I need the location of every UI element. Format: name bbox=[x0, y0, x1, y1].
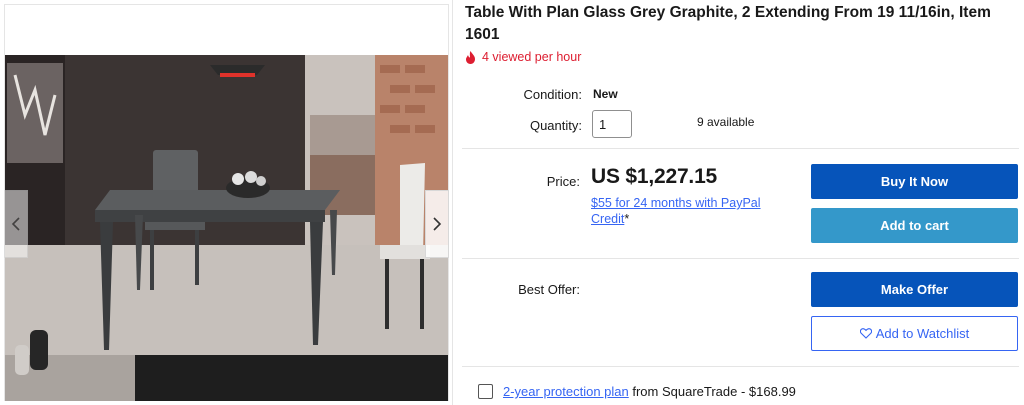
protection-plan-row: 2-year protection plan from SquareTrade … bbox=[478, 384, 796, 399]
main-product-image[interactable] bbox=[4, 4, 449, 401]
protection-plan-price: from SquareTrade - $168.99 bbox=[628, 384, 796, 399]
divider bbox=[462, 366, 1019, 367]
protection-plan-checkbox[interactable] bbox=[478, 384, 493, 399]
quantity-available: 9 available bbox=[697, 115, 755, 129]
paypal-credit-link[interactable]: $55 for 24 months with PayPal Credit bbox=[591, 196, 761, 226]
credit-asterisk: * bbox=[624, 212, 630, 226]
listing-title: Table With Plan Glass Grey Graphite, 2 E… bbox=[465, 4, 991, 43]
viewed-per-hour: 4 viewed per hour bbox=[465, 50, 581, 64]
viewed-text: 4 viewed per hour bbox=[482, 50, 582, 64]
add-to-cart-button[interactable]: Add to cart bbox=[811, 208, 1018, 243]
condition-value: New bbox=[593, 87, 618, 101]
quantity-label: Quantity: bbox=[529, 118, 582, 133]
flame-icon bbox=[466, 50, 475, 64]
divider bbox=[462, 148, 1019, 149]
protection-plan-text: 2-year protection plan from SquareTrade … bbox=[503, 384, 796, 399]
image-gallery bbox=[0, 0, 453, 405]
divider bbox=[462, 258, 1019, 259]
watchlist-label: Add to Watchlist bbox=[875, 326, 970, 341]
chevron-right-icon bbox=[433, 217, 442, 231]
quantity-input[interactable] bbox=[592, 110, 632, 138]
next-image-button[interactable] bbox=[425, 190, 449, 258]
price-value: US $1,227.15 bbox=[591, 165, 718, 188]
buy-it-now-button[interactable]: Buy It Now bbox=[811, 164, 1018, 199]
best-offer-label: Best Offer: bbox=[518, 282, 580, 297]
make-offer-button[interactable]: Make Offer bbox=[811, 272, 1018, 307]
heart-icon bbox=[859, 328, 872, 339]
add-to-watchlist-button[interactable]: Add to Watchlist bbox=[811, 316, 1018, 351]
price-label: Price: bbox=[546, 174, 580, 189]
condition-label: Condition: bbox=[523, 87, 582, 102]
previous-image-button[interactable] bbox=[4, 190, 28, 258]
protection-plan-link[interactable]: 2-year protection plan bbox=[503, 384, 629, 399]
paypal-credit: $55 for 24 months with PayPal Credit* bbox=[591, 195, 791, 227]
chevron-left-icon bbox=[11, 217, 20, 231]
product-photo bbox=[5, 55, 448, 401]
